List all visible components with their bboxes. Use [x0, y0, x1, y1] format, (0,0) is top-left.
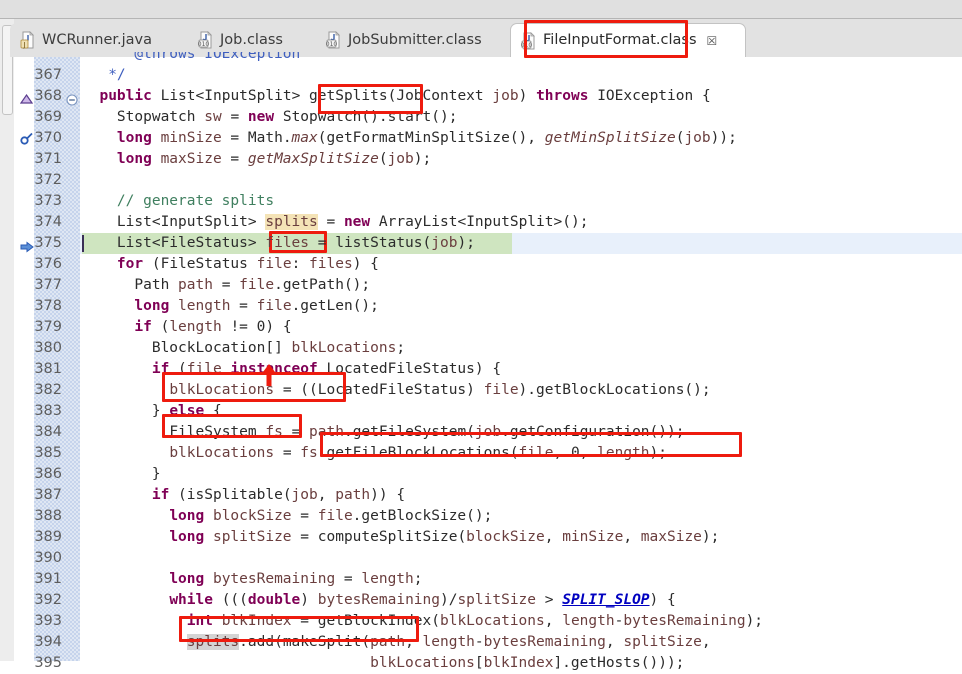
code-line[interactable]: } [0, 464, 962, 485]
code-text: List<FileStatus> files = listStatus(job)… [116, 235, 475, 251]
code-text: int blkIndex = getBlockIndex(blkLocation… [186, 613, 764, 629]
code-line[interactable]: blkLocations[blkIndex].getHosts())); [0, 653, 962, 674]
code-line[interactable]: long length = file.getLen(); [0, 296, 962, 317]
code-text: long length = file.getLen(); [134, 298, 379, 314]
code-line[interactable]: long maxSize = getMaxSplitSize(job); [0, 149, 962, 170]
code-text: Stopwatch sw = new Stopwatch().start(); [116, 109, 458, 125]
code-text: if (length != 0) { [134, 319, 292, 335]
code-line[interactable]: } else { [0, 401, 962, 422]
code-line[interactable]: int blkIndex = getBlockIndex(blkLocation… [0, 611, 962, 632]
code-line[interactable]: Stopwatch sw = new Stopwatch().start(); [0, 107, 962, 128]
search-key-icon[interactable] [20, 131, 34, 150]
code-text: } else { [151, 403, 222, 419]
code-text: long bytesRemaining = length; [169, 571, 423, 587]
code-text: if (isSplitable(job, path)) { [151, 487, 406, 503]
window-title-bar [0, 0, 962, 19]
code-text: @throws IOException [82, 52, 301, 62]
code-text: splits.add(makeSplit(path, length-bytesR… [186, 634, 711, 650]
code-line[interactable]: blkLocations = ((LocatedFileStatus) file… [0, 380, 962, 401]
svg-text:J: J [22, 41, 25, 49]
editor-tab-label: FileInputFormat.class [543, 32, 697, 49]
code-line[interactable] [0, 170, 962, 191]
code-text: while (((double) bytesRemaining)/splitSi… [169, 592, 676, 608]
code-line[interactable]: if (isSplitable(job, path)) { [0, 485, 962, 506]
svg-text:010: 010 [198, 41, 209, 48]
code-line[interactable]: blkLocations = fs.getFileBlockLocations(… [0, 443, 962, 464]
code-line[interactable]: long blockSize = file.getBlockSize(); [0, 506, 962, 527]
svg-text:010: 010 [326, 41, 337, 48]
code-text: long maxSize = getMaxSplitSize(job); [116, 151, 432, 167]
code-text: FileSystem fs = path.getFileSystem(job.g… [169, 424, 685, 440]
override-triangle-icon [19, 90, 34, 109]
code-line-partial: @throws IOException [0, 52, 962, 65]
editor-tab-label: WCRunner.java [42, 31, 152, 48]
code-line[interactable]: for (FileStatus file: files) { [0, 254, 962, 275]
code-line[interactable] [0, 548, 962, 569]
code-text: for (FileStatus file: files) { [116, 256, 379, 272]
code-line[interactable]: long minSize = Math.max(getFormatMinSpli… [0, 128, 962, 149]
java-source-icon: J [20, 31, 34, 49]
code-text: } [151, 466, 161, 482]
code-text: public List<InputSplit> getSplits(JobCon… [99, 88, 711, 104]
code-line[interactable]: splits.add(makeSplit(path, length-bytesR… [0, 632, 962, 653]
eclipse-editor-window: J WCRunner.java 010 Job.class 010 JobSubmitte… [0, 0, 962, 671]
code-text: blkLocations = ((LocatedFileStatus) file… [169, 382, 711, 398]
code-line[interactable]: public List<InputSplit> getSplits(JobCon… [0, 86, 962, 107]
code-line[interactable]: if (file instanceof LocatedFileStatus) { [0, 359, 962, 380]
close-icon[interactable]: ☒ [707, 35, 718, 47]
editor-tab-label: Job.class [220, 31, 283, 48]
code-line[interactable]: while (((double) bytesRemaining)/splitSi… [0, 590, 962, 611]
code-text: */ [82, 67, 126, 83]
java-class-icon: 010 [198, 31, 212, 49]
java-class-icon: 010 [521, 31, 537, 50]
java-class-icon: 010 [326, 31, 340, 49]
code-line[interactable]: BlockLocation[] blkLocations; [0, 338, 962, 359]
code-line[interactable]: FileSystem fs = path.getFileSystem(job.g… [0, 422, 962, 443]
code-line[interactable]: long splitSize = computeSplitSize(blockS… [0, 527, 962, 548]
code-line[interactable]: List<FileStatus> files = listStatus(job)… [0, 233, 962, 254]
java-class-icon: 010 [198, 31, 214, 49]
svg-text:010: 010 [521, 42, 532, 49]
code-text: // generate splits [82, 193, 275, 209]
code-text: Path path = file.getPath(); [134, 277, 371, 293]
code-text: if (file instanceof LocatedFileStatus) { [151, 361, 502, 377]
collapse-icon[interactable] [66, 91, 78, 110]
code-line[interactable]: Path path = file.getPath(); [0, 275, 962, 296]
java-class-icon: 010 [326, 31, 342, 49]
code-text: long blockSize = file.getBlockSize(); [169, 508, 493, 524]
code-text: List<InputSplit> splits = new ArrayList<… [116, 214, 589, 230]
code-line[interactable]: */ [0, 65, 962, 86]
code-line[interactable]: long bytesRemaining = length; [0, 569, 962, 590]
java-source-icon: J [20, 31, 36, 49]
java-class-icon: 010 [521, 31, 535, 49]
code-text: BlockLocation[] blkLocations; [151, 340, 406, 356]
editor-tab-label: JobSubmitter.class [348, 31, 482, 48]
code-text: long splitSize = computeSplitSize(blockS… [169, 529, 720, 545]
code-line[interactable]: List<InputSplit> splits = new ArrayList<… [0, 212, 962, 233]
code-line[interactable]: // generate splits [0, 191, 962, 212]
code-text: blkLocations[blkIndex].getHosts())); [370, 655, 685, 671]
code-text: blkLocations = fs.getFileBlockLocations(… [169, 445, 667, 461]
code-line[interactable]: if (length != 0) { [0, 317, 962, 338]
code-text: long minSize = Math.max(getFormatMinSpli… [116, 130, 737, 146]
